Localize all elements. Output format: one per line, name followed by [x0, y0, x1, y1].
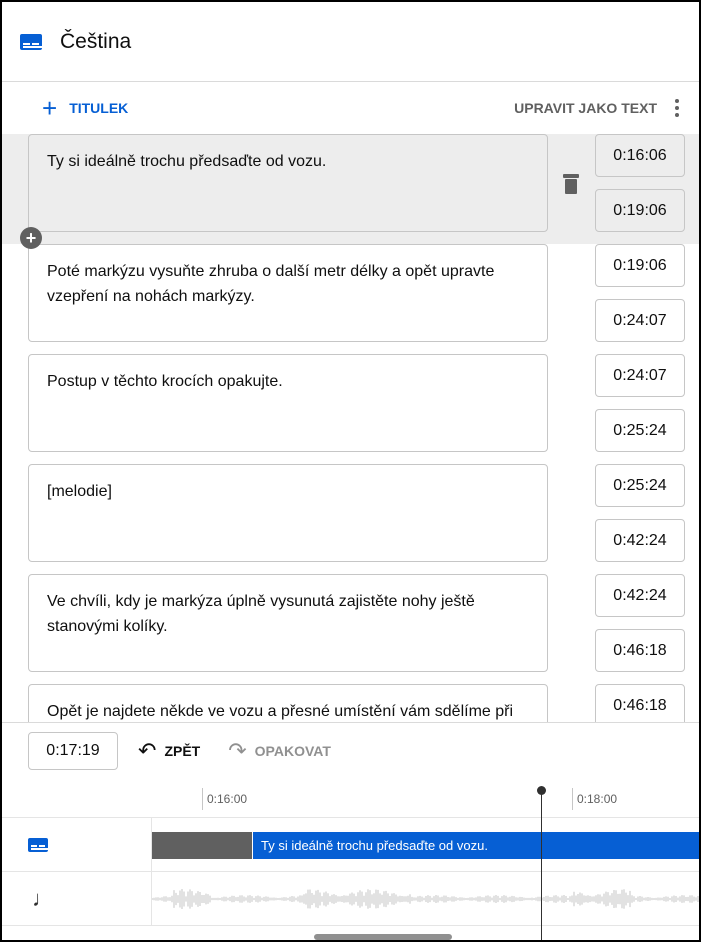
subtitles-icon: [20, 33, 42, 50]
language-title: Čeština: [60, 29, 132, 53]
add-subtitle-button[interactable]: + TITULEK: [42, 95, 128, 121]
add-subtitle-label: TITULEK: [69, 100, 129, 116]
redo-button[interactable]: ↷ OPAKOVAT: [228, 738, 331, 764]
subtitle-segment[interactable]: Ty si ideálně trochu předsaďte od vozu.: [253, 832, 699, 859]
time-ruler: 0:16:00 0:18:00: [2, 778, 699, 818]
subtitle-text-field[interactable]: Postup v těchto krocích opakujte.: [28, 354, 548, 452]
timeline[interactable]: 0:16:00 0:18:00 Ty si ideálně trochu pře…: [2, 778, 699, 940]
current-time-field[interactable]: 0:17:19: [28, 731, 118, 770]
subtitle-row: Postup v těchto krocích opakujte. 0:24:0…: [2, 354, 699, 464]
track-label: ♩: [2, 872, 152, 925]
end-time-field[interactable]: 0:25:24: [595, 409, 685, 452]
subtitle-track: Ty si ideálně trochu předsaďte od vozu.: [2, 818, 699, 872]
ruler-tick: 0:18:00: [572, 788, 617, 810]
end-time-field[interactable]: 0:42:24: [595, 519, 685, 562]
start-time-field[interactable]: 0:25:24: [595, 464, 685, 507]
undo-icon: ↶: [138, 737, 157, 763]
ruler-tick: 0:16:00: [202, 788, 247, 810]
start-time-field[interactable]: 0:46:18: [595, 684, 685, 722]
more-options-icon[interactable]: [675, 99, 679, 117]
audio-track: ♩: [2, 872, 699, 926]
redo-icon: ↷: [228, 737, 247, 763]
redo-label: OPAKOVAT: [254, 742, 331, 759]
music-note-icon: ♩: [32, 886, 54, 911]
playback-controls: 0:17:19 ↶ ZPĚT ↷ OPAKOVAT: [2, 722, 699, 778]
subtitle-editor: Čeština + TITULEK UPRAVIT JAKO TEXT Ty s…: [0, 0, 701, 942]
end-time-field[interactable]: 0:46:18: [595, 629, 685, 672]
track-label: [2, 818, 152, 871]
plus-icon: +: [42, 93, 58, 123]
undo-label: ZPĚT: [164, 742, 201, 759]
undo-button[interactable]: ↶ ZPĚT: [138, 738, 200, 764]
subtitle-list: Ty si ideálně trochu předsaďte od vozu. …: [2, 134, 699, 722]
subtitle-row: [melodie] 0:25:24 0:42:24: [2, 464, 699, 574]
end-time-field[interactable]: 0:19:06: [595, 189, 685, 232]
playhead[interactable]: [541, 788, 542, 940]
previous-segment[interactable]: [152, 832, 252, 859]
toolbar: + TITULEK UPRAVIT JAKO TEXT: [2, 82, 699, 134]
subtitles-icon: [28, 838, 48, 852]
delete-icon[interactable]: [563, 174, 579, 194]
end-time-field[interactable]: 0:24:07: [595, 299, 685, 342]
subtitle-row: Poté markýzu vysuňte zhruba o další metr…: [2, 244, 699, 354]
subtitle-text-field[interactable]: Opět je najdete někde ve vozu a přesné u…: [28, 684, 548, 722]
start-time-field[interactable]: 0:24:07: [595, 354, 685, 397]
playhead-handle[interactable]: [537, 786, 546, 795]
subtitle-text-field[interactable]: Poté markýzu vysuňte zhruba o další metr…: [28, 244, 548, 342]
audio-waveform: [152, 889, 699, 909]
editor-header: Čeština: [2, 2, 699, 82]
subtitle-row: Opět je najdete někde ve vozu a přesné u…: [2, 684, 699, 722]
toolbar-right: UPRAVIT JAKO TEXT: [514, 99, 679, 117]
start-time-field[interactable]: 0:42:24: [595, 574, 685, 617]
insert-subtitle-icon[interactable]: +: [20, 227, 42, 249]
subtitle-text-field[interactable]: Ve chvíli, kdy je markýza úplně vysunutá…: [28, 574, 548, 672]
scrollbar[interactable]: [314, 934, 452, 940]
edit-as-text-button[interactable]: UPRAVIT JAKO TEXT: [514, 100, 657, 116]
start-time-field[interactable]: 0:16:06: [595, 134, 685, 177]
subtitle-text-field[interactable]: [melodie]: [28, 464, 548, 562]
start-time-field[interactable]: 0:19:06: [595, 244, 685, 287]
subtitle-row: Ve chvíli, kdy je markýza úplně vysunutá…: [2, 574, 699, 684]
subtitle-row: Ty si ideálně trochu předsaďte od vozu. …: [2, 134, 699, 249]
subtitle-text-field[interactable]: Ty si ideálně trochu předsaďte od vozu.: [28, 134, 548, 232]
